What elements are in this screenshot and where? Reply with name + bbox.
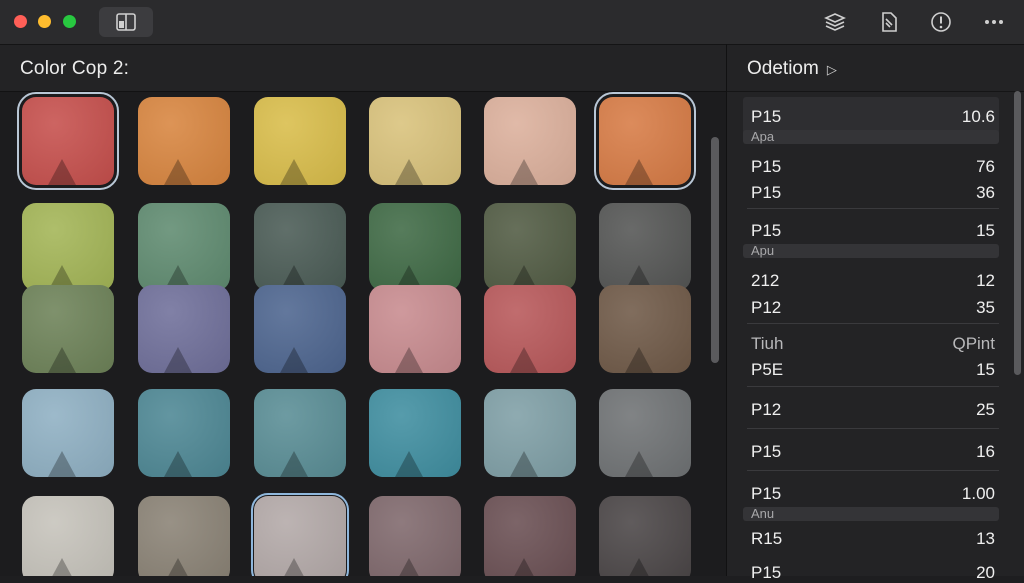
detail-row-key: P12 bbox=[751, 298, 782, 317]
color-swatch[interactable] bbox=[251, 493, 349, 576]
color-swatch[interactable] bbox=[254, 285, 346, 373]
detail-row-value: 13 bbox=[976, 529, 995, 548]
title-bar bbox=[0, 0, 1024, 45]
document-icon bbox=[882, 12, 897, 32]
detail-row-key: P5E bbox=[751, 360, 784, 379]
page-title: Color Cop 2: bbox=[20, 58, 130, 79]
sidebar-toggle-icon bbox=[116, 13, 136, 31]
detail-row-key: Tiuh bbox=[751, 334, 784, 353]
color-swatch[interactable] bbox=[254, 97, 346, 185]
color-swatch[interactable] bbox=[138, 285, 230, 373]
color-swatch[interactable] bbox=[599, 389, 691, 477]
color-swatch[interactable] bbox=[254, 389, 346, 477]
detail-row-key: 212 bbox=[751, 271, 780, 290]
row-divider bbox=[747, 208, 999, 209]
detail-row-value: 15 bbox=[976, 221, 995, 240]
sub-row-label: Anu bbox=[751, 506, 775, 521]
detail-row-value: 15 bbox=[976, 360, 995, 379]
detail-row-key: P15 bbox=[751, 442, 782, 461]
detail-row-key: P15 bbox=[751, 563, 782, 582]
color-swatch[interactable] bbox=[22, 203, 114, 291]
color-swatch[interactable] bbox=[594, 92, 696, 190]
color-swatch[interactable] bbox=[599, 496, 691, 576]
color-swatch[interactable] bbox=[138, 496, 230, 576]
color-swatch[interactable] bbox=[484, 496, 576, 576]
color-swatch[interactable] bbox=[138, 389, 230, 477]
color-swatch[interactable] bbox=[22, 389, 114, 477]
color-swatch[interactable] bbox=[369, 203, 461, 291]
sidebar-toggle-button[interactable] bbox=[99, 7, 153, 37]
chevron-right-icon: ▷ bbox=[826, 62, 837, 77]
detail-row-value: 35 bbox=[976, 298, 995, 317]
layers-button[interactable] bbox=[823, 10, 847, 34]
color-swatch[interactable] bbox=[484, 285, 576, 373]
sub-row-bar bbox=[743, 507, 999, 521]
detail-row-value: 16 bbox=[976, 442, 995, 461]
color-swatch[interactable] bbox=[254, 203, 346, 291]
swatch-scrollbar[interactable] bbox=[711, 137, 719, 363]
alert-icon bbox=[931, 12, 951, 32]
color-swatch[interactable] bbox=[138, 97, 230, 185]
details-pane: Odetiom ▷ P15 10.6 Apa P15 76 P15 36 P15 15 Apu 212… bbox=[727, 45, 1024, 582]
swatch-grid bbox=[0, 92, 706, 576]
color-swatch[interactable] bbox=[369, 285, 461, 373]
sub-row-label: Apa bbox=[751, 129, 775, 144]
swatch-pane: Color Cop 2: bbox=[0, 45, 726, 576]
layers-icon bbox=[824, 13, 846, 31]
color-swatch[interactable] bbox=[17, 92, 119, 190]
detail-row-key: P15 bbox=[751, 107, 782, 126]
sub-row-bar bbox=[743, 130, 999, 144]
detail-row-value: QPint bbox=[952, 334, 995, 353]
row-divider bbox=[747, 323, 999, 324]
color-swatch[interactable] bbox=[484, 203, 576, 291]
details-scrollbar[interactable] bbox=[1014, 91, 1021, 375]
detail-row-value: 12 bbox=[976, 271, 995, 290]
detail-row-key: P15 bbox=[751, 157, 782, 176]
detail-row-key: P15 bbox=[751, 484, 782, 503]
swatch-pane-header: Color Cop 2: bbox=[0, 45, 726, 92]
details-title[interactable]: Odetiom ▷ bbox=[747, 58, 837, 80]
sub-row-bar bbox=[743, 244, 999, 258]
color-swatch[interactable] bbox=[369, 97, 461, 185]
info-button[interactable] bbox=[929, 10, 953, 34]
more-icon bbox=[985, 20, 1003, 24]
detail-row-key: P15 bbox=[751, 221, 782, 240]
detail-row-value: 76 bbox=[976, 157, 995, 176]
minimize-window-button[interactable] bbox=[38, 15, 51, 28]
color-swatch[interactable] bbox=[369, 389, 461, 477]
document-button[interactable] bbox=[877, 10, 901, 34]
detail-row-key: P12 bbox=[751, 400, 782, 419]
row-divider bbox=[747, 428, 999, 429]
detail-row-value: 36 bbox=[976, 183, 995, 202]
more-button[interactable] bbox=[982, 10, 1006, 34]
row-divider bbox=[747, 386, 999, 387]
color-swatch[interactable] bbox=[138, 203, 230, 291]
details-header-divider bbox=[727, 91, 1024, 92]
color-swatch[interactable] bbox=[484, 97, 576, 185]
color-swatch[interactable] bbox=[22, 285, 114, 373]
row-divider bbox=[747, 470, 999, 471]
detail-row-value: 20 bbox=[976, 563, 995, 582]
color-swatch[interactable] bbox=[22, 496, 114, 576]
color-swatch[interactable] bbox=[599, 285, 691, 373]
sub-row-label: Apu bbox=[751, 243, 775, 258]
color-swatch[interactable] bbox=[599, 203, 691, 291]
detail-row-key: P15 bbox=[751, 183, 782, 202]
detail-row-value: 10.6 bbox=[961, 107, 995, 126]
close-window-button[interactable] bbox=[14, 15, 27, 28]
color-swatch[interactable] bbox=[369, 496, 461, 576]
zoom-window-button[interactable] bbox=[63, 15, 76, 28]
details-title-label: Odetiom bbox=[747, 58, 819, 79]
detail-row-value: 25 bbox=[976, 400, 995, 419]
color-swatch[interactable] bbox=[484, 389, 576, 477]
detail-row-key: R15 bbox=[751, 529, 783, 548]
detail-row-value: 1.00 bbox=[961, 484, 995, 503]
